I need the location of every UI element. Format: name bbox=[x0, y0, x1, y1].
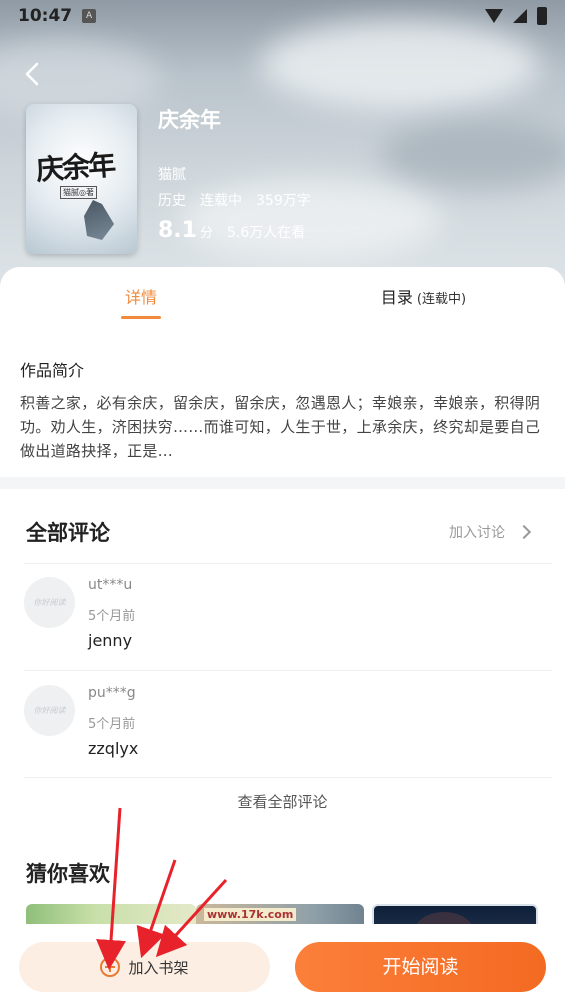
battery-icon bbox=[537, 7, 547, 25]
cover-author: 猫腻◎著 bbox=[60, 186, 97, 199]
start-reading-button[interactable]: 开始阅读 bbox=[295, 942, 546, 992]
book-status: 连载中 bbox=[200, 193, 242, 209]
divider bbox=[24, 670, 552, 671]
tab-toc[interactable]: 目录 (连载中) bbox=[282, 267, 565, 322]
book-meta: 历史 连载中 359万字 bbox=[158, 190, 311, 210]
score-unit: 分 bbox=[199, 226, 213, 241]
comment-item[interactable]: 你好阅读 ut***u 5个月前 jenny bbox=[24, 565, 552, 661]
divider bbox=[24, 777, 552, 778]
wifi-icon bbox=[485, 9, 503, 23]
signal-icon bbox=[513, 9, 527, 23]
cover-title: 庆余年 bbox=[35, 148, 116, 187]
plus-circle-icon bbox=[100, 957, 121, 977]
comment-user: pu***g bbox=[88, 685, 136, 701]
join-discussion-label: 加入讨论 bbox=[449, 525, 505, 541]
content-sheet: 详情 目录 (连载中) 作品简介 积善之家，必有余庆，留余庆，留余庆，忽遇恩人；幸… bbox=[0, 267, 565, 1004]
view-all-comments-link[interactable]: 查看全部评论 bbox=[0, 791, 565, 812]
book-title: 庆余年 bbox=[158, 108, 221, 132]
tab-toc-status: (连载中) bbox=[416, 292, 467, 307]
tab-active-indicator bbox=[121, 316, 161, 319]
cover-figure bbox=[84, 200, 114, 240]
book-cover[interactable]: 庆余年 猫腻◎著 bbox=[26, 104, 137, 254]
add-to-shelf-label: 加入书架 bbox=[128, 958, 189, 977]
status-bar: 10:47 A bbox=[0, 0, 565, 32]
comment-user: ut***u bbox=[88, 577, 133, 593]
avatar[interactable]: 你好阅读 bbox=[24, 685, 75, 736]
intro-text[interactable]: 积善之家，必有余庆，留余庆，留余庆，忽遇恩人；幸娘亲，幸娘亲，积得阴功。劝人生，… bbox=[20, 391, 548, 463]
intro-heading: 作品简介 bbox=[20, 361, 85, 380]
book-score: 8.1 bbox=[158, 218, 197, 243]
join-discussion-link[interactable]: 加入讨论 bbox=[449, 522, 532, 542]
tab-toc-label: 目录 bbox=[380, 288, 413, 307]
score-row: 8.1 分 5.6万人在看 bbox=[158, 218, 305, 243]
comment-text: jenny bbox=[88, 631, 133, 650]
comment-time: 5个月前 bbox=[88, 609, 136, 624]
readers-count: 5.6万人在看 bbox=[227, 225, 306, 241]
comment-time: 5个月前 bbox=[88, 717, 136, 732]
add-to-shelf-button[interactable]: 加入书架 bbox=[19, 942, 270, 992]
back-arrow-icon[interactable] bbox=[20, 60, 48, 88]
avatar[interactable]: 你好阅读 bbox=[24, 577, 75, 628]
book-author[interactable]: 猫腻 bbox=[158, 164, 186, 184]
divider bbox=[24, 563, 552, 564]
bottom-action-bar: 加入书架 开始阅读 bbox=[0, 924, 565, 1004]
comments-heading: 全部评论 bbox=[26, 521, 110, 545]
book-word-count: 359万字 bbox=[256, 193, 311, 209]
tab-bar: 详情 目录 (连载中) bbox=[0, 267, 565, 322]
status-time: 10:47 bbox=[18, 6, 73, 26]
comment-item[interactable]: 你好阅读 pu***g 5个月前 zzqlyx bbox=[24, 673, 552, 769]
recommend-label: www.17k.com bbox=[204, 908, 297, 921]
tab-detail[interactable]: 详情 bbox=[0, 267, 282, 322]
recommend-heading: 猜你喜欢 bbox=[26, 862, 110, 886]
comment-text: zzqlyx bbox=[88, 739, 139, 758]
book-category: 历史 bbox=[158, 193, 186, 209]
chevron-right-icon bbox=[516, 524, 532, 540]
section-divider bbox=[0, 477, 565, 489]
notification-icon: A bbox=[82, 9, 97, 23]
tab-detail-label: 详情 bbox=[124, 288, 157, 307]
